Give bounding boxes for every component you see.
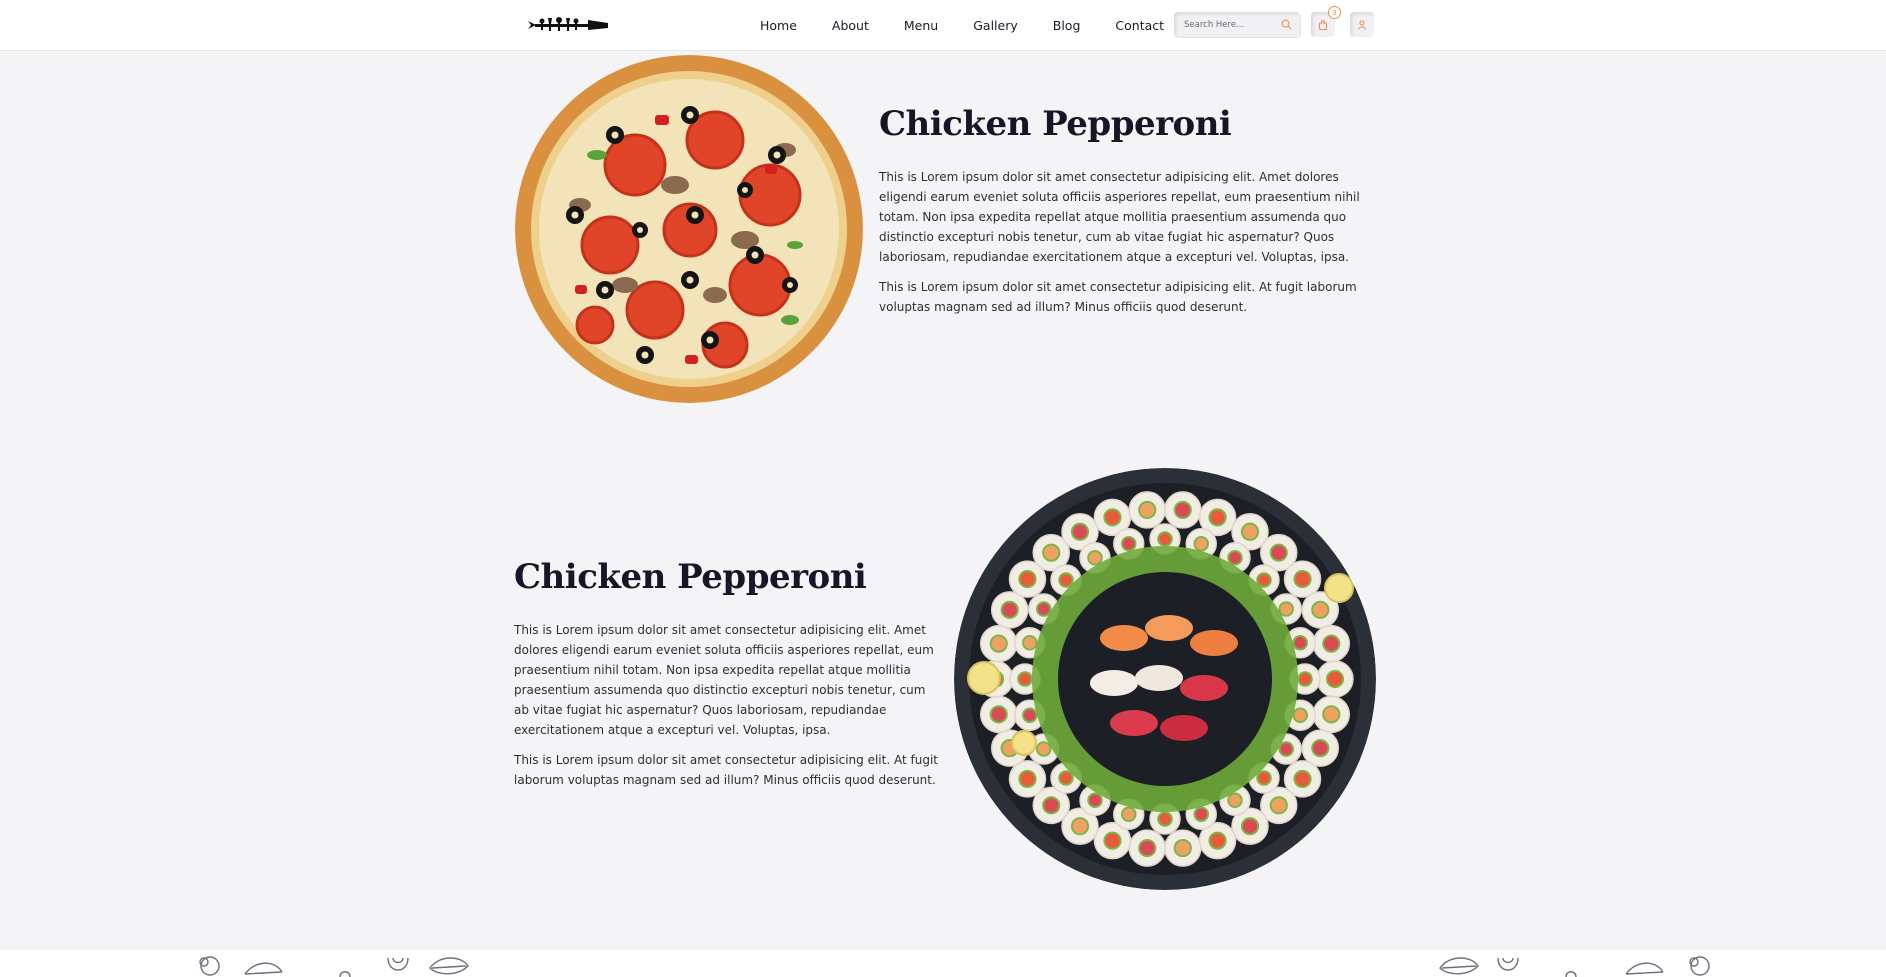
food-doodle-icon — [199, 956, 469, 977]
search-box — [1174, 12, 1300, 37]
cart-count-badge: 3 — [1328, 6, 1341, 19]
logo[interactable] — [528, 15, 610, 35]
search-input[interactable] — [1184, 19, 1274, 30]
pizza-image — [515, 55, 863, 403]
navbar: Home About Menu Gallery Blog Contact 3 — [0, 0, 1886, 50]
nav-about[interactable]: About — [832, 18, 869, 33]
user-icon — [1357, 19, 1367, 30]
nav-gallery[interactable]: Gallery — [973, 18, 1018, 33]
section-2-paragraph-1: This is Lorem ipsum dolor sit amet conse… — [514, 623, 934, 737]
user-button[interactable] — [1350, 12, 1374, 37]
shopping-bag-icon — [1318, 19, 1328, 30]
section-2-paragraph-2: This is Lorem ipsum dolor sit amet conse… — [514, 753, 938, 787]
section-1-paragraph-2: This is Lorem ipsum dolor sit amet conse… — [879, 280, 1357, 314]
section-2-title: Chicken Pepperoni — [514, 557, 867, 597]
nav-menu[interactable]: Menu — [904, 18, 938, 33]
sushi-platter-image — [954, 468, 1376, 890]
section-1-title: Chicken Pepperoni — [879, 104, 1232, 144]
nav-contact[interactable]: Contact — [1115, 18, 1164, 33]
nav-home[interactable]: Home — [760, 18, 797, 33]
section-1-paragraph-1: This is Lorem ipsum dolor sit amet conse… — [879, 170, 1360, 264]
nav-blog[interactable]: Blog — [1053, 18, 1081, 33]
food-doodle-icon — [1439, 956, 1710, 977]
nav-links: Home About Menu Gallery Blog Contact — [760, 0, 1199, 50]
search-icon[interactable] — [1281, 19, 1292, 30]
